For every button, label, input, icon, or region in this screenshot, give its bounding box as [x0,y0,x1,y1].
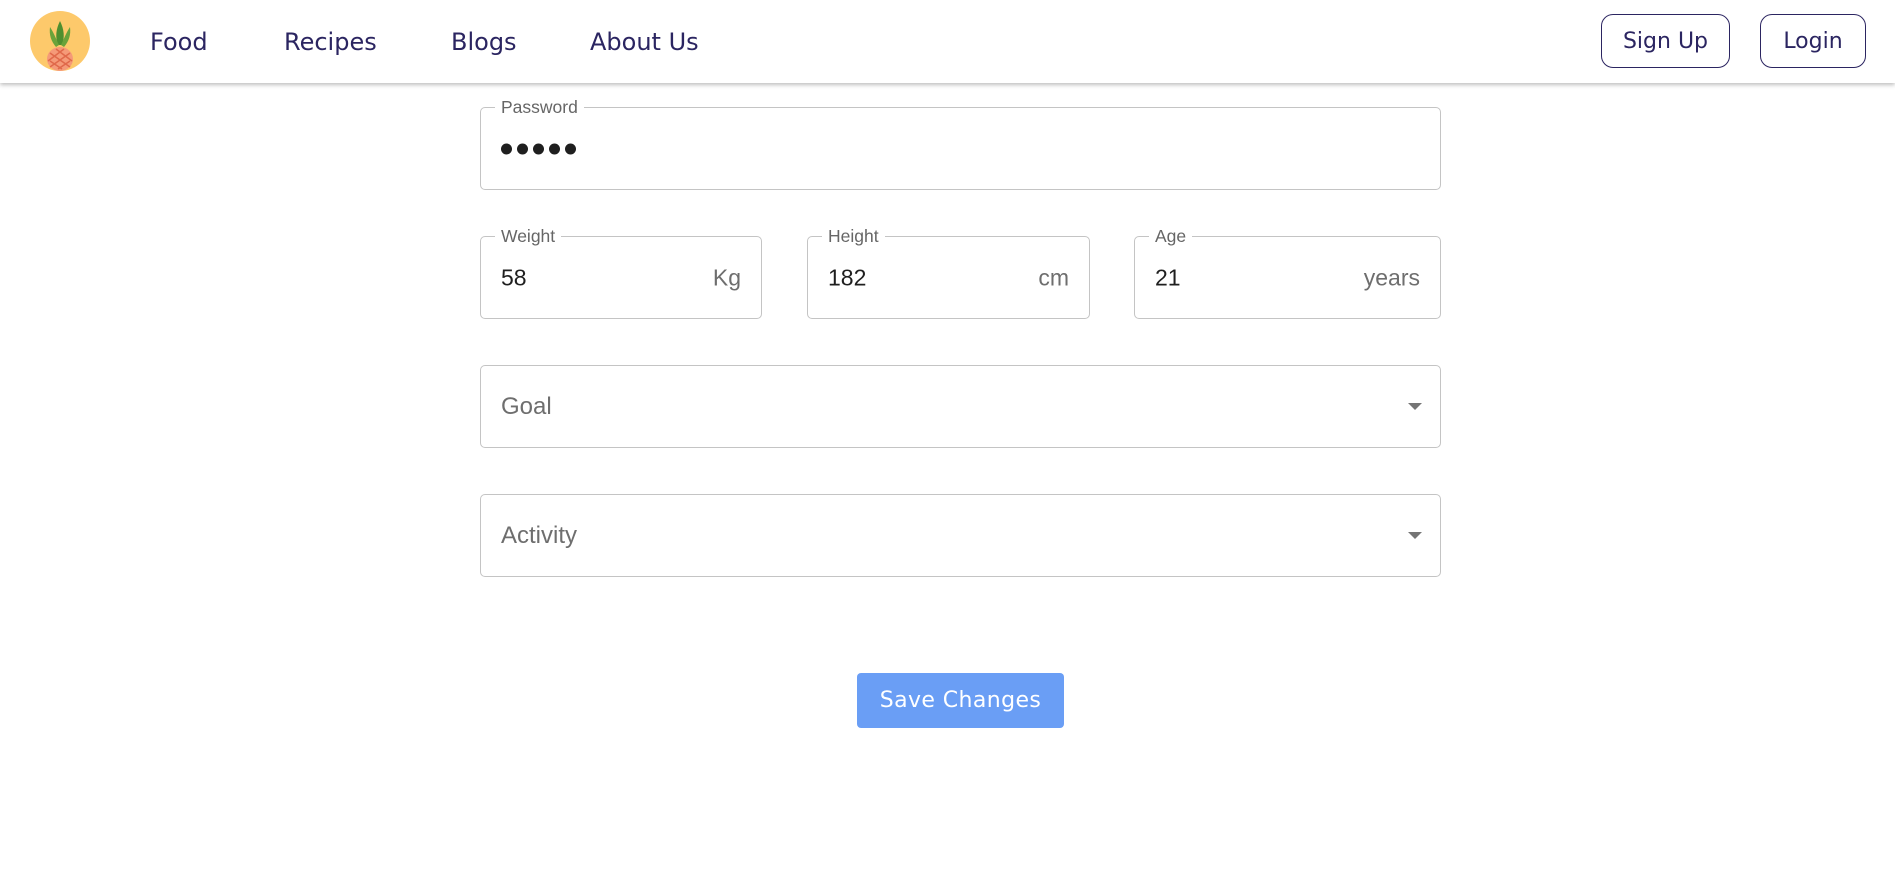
nav-link-recipes[interactable]: Recipes [284,24,377,60]
height-field[interactable]: Height 182 cm [807,226,1090,319]
nav-link-blogs[interactable]: Blogs [451,24,517,60]
dropdown-arrow-icon[interactable] [1408,531,1422,539]
dropdown-arrow-icon[interactable] [1408,402,1422,410]
login-button[interactable]: Login [1760,14,1866,68]
height-unit: cm [1038,264,1069,290]
navbar: Food Recipes Blogs About Us Sign Up Logi… [0,0,1895,83]
password-masked-value [501,143,576,154]
nav-link-about-us[interactable]: About Us [590,24,699,60]
height-value: 182 [828,264,867,290]
height-label: Height [822,226,885,246]
goal-placeholder: Goal [501,392,552,420]
weight-unit: Kg [712,264,741,290]
sign-up-button[interactable]: Sign Up [1601,14,1730,68]
weight-field[interactable]: Weight 58 Kg [480,226,762,319]
pineapple-logo-icon[interactable] [30,11,90,71]
weight-label: Weight [495,226,562,246]
activity-select[interactable]: Activity [480,494,1441,577]
age-value: 21 [1155,264,1181,290]
nav-link-food[interactable]: Food [150,24,208,60]
weight-value: 58 [501,264,527,290]
age-field[interactable]: Age 21 years [1134,226,1441,319]
password-field[interactable]: Password [480,97,1441,190]
goal-select[interactable]: Goal [480,365,1441,448]
age-unit: years [1363,264,1420,290]
age-label: Age [1149,226,1193,246]
save-changes-button[interactable]: Save Changes [857,673,1064,728]
activity-placeholder: Activity [501,521,578,549]
password-label: Password [495,97,584,117]
